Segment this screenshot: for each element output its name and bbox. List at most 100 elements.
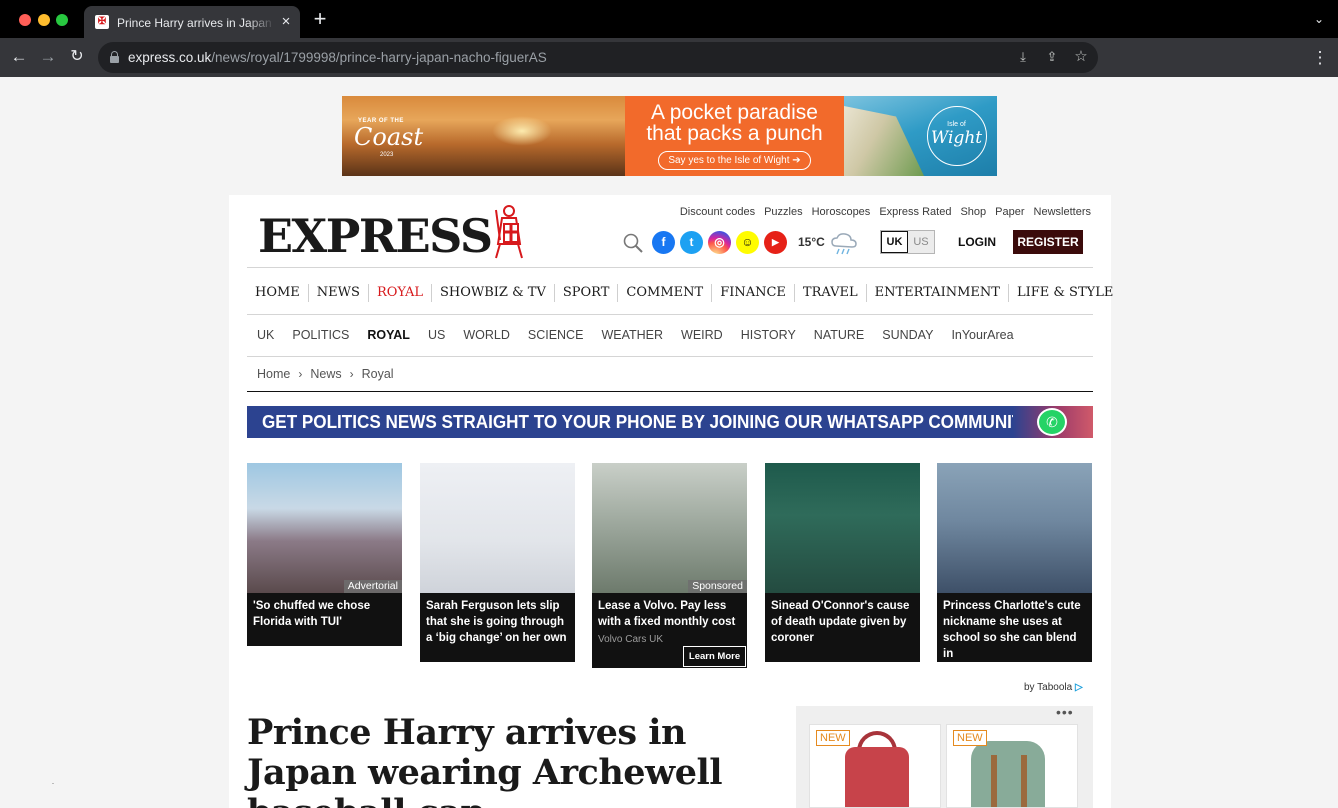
subnav-weird[interactable]: WEIRD — [681, 327, 723, 343]
breadcrumb-home[interactable]: Home — [257, 366, 290, 382]
nav-showbiz[interactable]: SHOWBIZ & TV — [430, 284, 554, 302]
product-tile[interactable]: NEW — [946, 724, 1078, 808]
breadcrumb-royal[interactable]: Royal — [362, 366, 394, 382]
ad-wight: Wight — [930, 128, 983, 148]
browser-tab-bar: ✠ Prince Harry arrives in Japan wearing … — [0, 0, 1338, 38]
link-paper[interactable]: Paper — [995, 205, 1024, 219]
isle-of-wight-ad[interactable]: YEAR OF THE Coast 2023 A pocket paradise… — [342, 96, 997, 176]
nav-comment[interactable]: COMMENT — [617, 284, 711, 302]
active-tab[interactable]: ✠ Prince Harry arrives in Japan wearing … — [84, 6, 300, 38]
share-icon[interactable]: ⇪ — [1043, 48, 1061, 66]
subnav-weather[interactable]: WEATHER — [601, 327, 663, 343]
link-horoscopes[interactable]: Horoscopes — [812, 205, 871, 219]
close-window-button[interactable] — [19, 14, 31, 26]
breadcrumb-news[interactable]: News — [310, 366, 341, 382]
whatsapp-banner-text: GET POLITICS NEWS STRAIGHT TO YOUR PHONE… — [262, 412, 1034, 432]
nav-home[interactable]: HOME — [247, 284, 308, 302]
nav-travel[interactable]: TRAVEL — [793, 284, 866, 302]
nav-royal[interactable]: ROYAL — [367, 284, 431, 302]
utility-links: Discount codes Puzzles Horoscopes Expres… — [659, 205, 1091, 219]
facebook-icon[interactable]: f — [652, 231, 675, 254]
nav-finance[interactable]: FINANCE — [711, 284, 794, 302]
link-puzzles[interactable]: Puzzles — [764, 205, 803, 219]
maximize-window-button[interactable] — [56, 14, 68, 26]
temperature: 15°C — [798, 235, 825, 249]
favicon-icon: ✠ — [95, 15, 109, 29]
learn-more-button[interactable]: Learn More — [683, 646, 746, 667]
login-link[interactable]: LOGIN — [958, 235, 996, 249]
subnav-royal[interactable]: ROYAL — [367, 327, 410, 343]
browser-toolbar: ← → ↻ express.co.uk/news/royal/1799998/p… — [0, 38, 1338, 77]
card-image — [937, 463, 1092, 593]
install-icon[interactable]: ⤓ — [1014, 48, 1032, 66]
twitter-icon[interactable]: t — [680, 231, 703, 254]
new-badge: NEW — [816, 730, 850, 746]
tab-close-icon[interactable]: × — [278, 13, 294, 31]
link-express-rated[interactable]: Express Rated — [879, 205, 951, 219]
reload-icon[interactable]: ↻ — [66, 46, 88, 68]
nav-entertainment[interactable]: ENTERTAINMENT — [865, 284, 1008, 302]
bookmark-star-icon[interactable]: ☆ — [1072, 48, 1090, 66]
breadcrumb: Home › News › Royal — [257, 366, 394, 382]
back-icon[interactable]: ← — [8, 46, 30, 68]
ad-coast-text: Coast — [354, 123, 424, 151]
link-discount-codes[interactable]: Discount codes — [680, 205, 755, 219]
search-icon[interactable] — [622, 232, 644, 254]
subnav-us[interactable]: US — [428, 327, 445, 343]
instagram-icon[interactable]: ◎ — [708, 231, 731, 254]
forward-icon[interactable]: → — [37, 46, 59, 68]
menu-kebab-icon[interactable]: ⋮ — [1311, 47, 1329, 69]
link-newsletters[interactable]: Newsletters — [1034, 205, 1091, 219]
nav-sport[interactable]: SPORT — [553, 284, 618, 302]
product-tile[interactable]: NEW — [809, 724, 941, 808]
subnav-nature[interactable]: NATURE — [814, 327, 864, 343]
snapchat-icon[interactable]: ☺ — [736, 231, 759, 254]
subnav-science[interactable]: SCIENCE — [528, 327, 584, 343]
taboola-brand: Taboola — [1037, 682, 1073, 693]
crusader-logo-icon — [495, 205, 523, 259]
express-logo[interactable]: EXPRESS — [258, 210, 493, 262]
taboola-attribution[interactable]: by Taboola ▷ — [1024, 681, 1083, 695]
red-handbag-image — [845, 747, 909, 807]
register-button[interactable]: REGISTER — [1013, 230, 1083, 254]
nav-life-style[interactable]: LIFE & STYLE — [1007, 284, 1121, 302]
divider — [247, 356, 1093, 357]
card-caption: Lease a Volvo. Pay less with a fixed mon… — [592, 593, 747, 668]
card-caption: Princess Charlotte's cute nickname she u… — [937, 593, 1092, 662]
ad-cliff-image — [844, 106, 924, 176]
subnav-uk[interactable]: UK — [257, 327, 274, 343]
whatsapp-community-banner[interactable]: GET POLITICS NEWS STRAIGHT TO YOUR PHONE… — [247, 406, 1093, 438]
card-image — [420, 463, 575, 593]
edition-us[interactable]: US — [908, 231, 934, 253]
subnav-history[interactable]: HISTORY — [741, 327, 796, 343]
minimize-window-button[interactable] — [38, 14, 50, 26]
main-nav: HOME NEWS ROYAL SHOWBIZ & TV SPORT COMME… — [247, 281, 1113, 305]
address-bar[interactable]: express.co.uk/news/royal/1799998/prince-… — [98, 42, 1098, 73]
sidebar-ad[interactable]: ••• ▷ ✕ NEW NEW — [796, 706, 1093, 808]
card-title[interactable]: Sinead O'Connor's cause of death update … — [771, 598, 915, 646]
divider — [247, 391, 1093, 392]
card-title[interactable]: 'So chuffed we chose Florida with TUI' — [253, 598, 397, 630]
subnav-sunday[interactable]: SUNDAY — [882, 327, 933, 343]
url-text[interactable]: express.co.uk/news/royal/1799998/prince-… — [128, 49, 547, 67]
subnav-world[interactable]: WORLD — [463, 327, 510, 343]
divider — [247, 267, 1093, 268]
edition-uk[interactable]: UK — [881, 231, 908, 253]
url-path: /news/royal/1799998/prince-harry-japan-n… — [211, 50, 547, 65]
chevron-right-icon: › — [298, 367, 303, 381]
subnav-politics[interactable]: POLITICS — [292, 327, 349, 343]
chevron-right-icon: › — [349, 367, 354, 381]
card-title[interactable]: Sarah Ferguson lets slip that she is goi… — [426, 598, 570, 646]
ad-cta-button[interactable]: Say yes to the Isle of Wight ➔ — [658, 151, 811, 170]
nav-news[interactable]: NEWS — [307, 284, 368, 302]
ad-more-icon[interactable]: ••• — [1056, 706, 1080, 719]
card-title[interactable]: Princess Charlotte's cute nickname she u… — [943, 598, 1087, 662]
subnav-inyourarea[interactable]: InYourArea — [951, 327, 1013, 343]
card-title[interactable]: Lease a Volvo. Pay less with a fixed mon… — [598, 598, 742, 630]
tab-search-chevron-icon[interactable]: ⌄ — [1310, 10, 1328, 28]
new-tab-button[interactable]: + — [310, 7, 330, 31]
link-shop[interactable]: Shop — [960, 205, 986, 219]
ad-headline-panel: A pocket paradise that packs a punch Say… — [625, 96, 844, 176]
lock-icon[interactable] — [110, 51, 119, 63]
youtube-icon[interactable]: ▶ — [764, 231, 787, 254]
